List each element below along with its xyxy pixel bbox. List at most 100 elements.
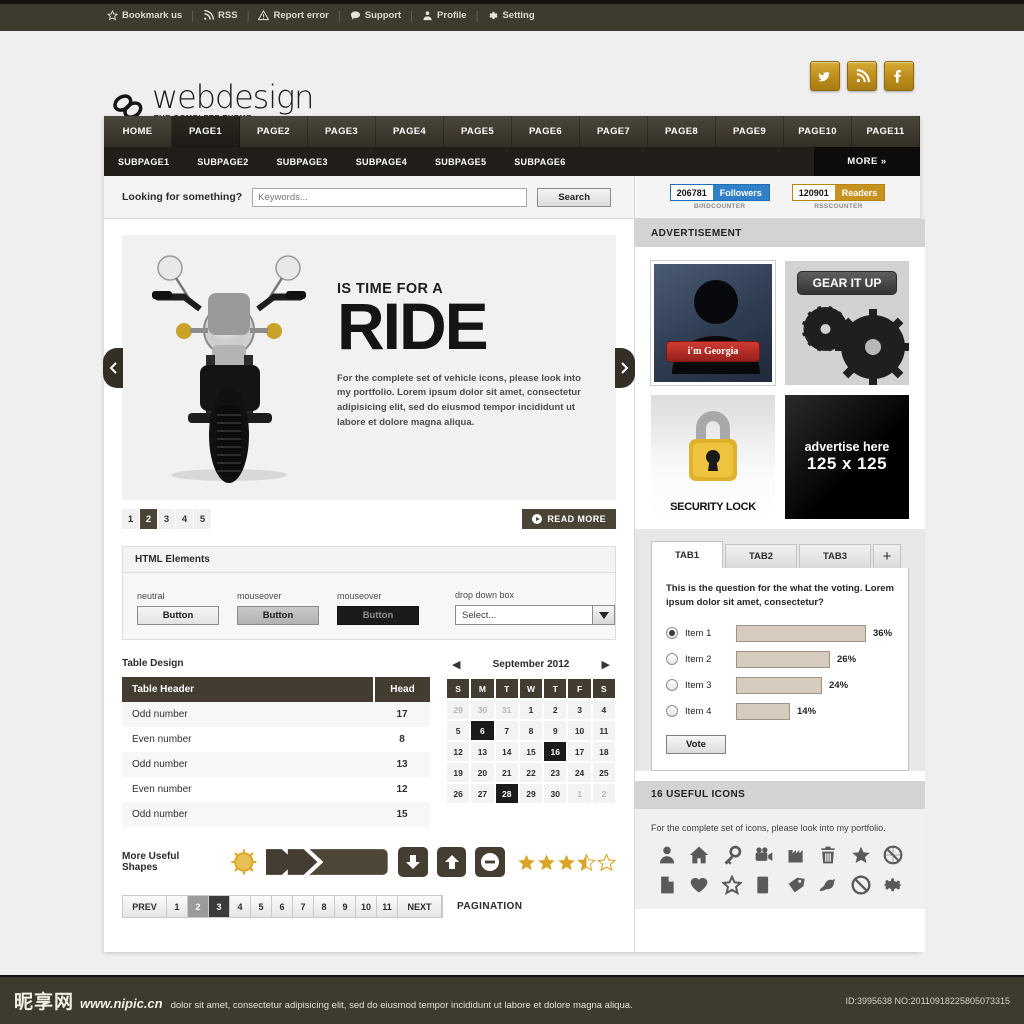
nav-item-page4[interactable]: PAGE4	[376, 116, 444, 147]
key-icon[interactable]	[722, 845, 742, 865]
pagination-prev[interactable]: PREV	[123, 896, 167, 917]
calendar-day[interactable]: 18	[591, 741, 616, 762]
nav-item-page5[interactable]: PAGE5	[444, 116, 512, 147]
vote-button[interactable]: Vote	[666, 734, 726, 754]
pagination-page-1[interactable]: 1	[167, 896, 188, 917]
poll-option[interactable]: Item 4 14%	[666, 702, 894, 720]
pagination-page-9[interactable]: 9	[335, 896, 356, 917]
nav-item-page8[interactable]: PAGE8	[648, 116, 716, 147]
subnav-item-4[interactable]: SUBPAGE4	[342, 157, 421, 167]
minus-circle-icon[interactable]	[475, 847, 506, 877]
calendar-day[interactable]: 12	[446, 741, 471, 762]
calendar-day[interactable]: 14	[494, 741, 519, 762]
nav-more-button[interactable]: MORE »	[814, 147, 920, 176]
arrow-down-icon[interactable]	[397, 847, 428, 877]
calendar-day[interactable]: 15	[518, 741, 544, 762]
ad-georgia[interactable]: i'm Georgia	[651, 261, 775, 385]
dropdown-select[interactable]: Select...	[455, 605, 615, 625]
sunburst-badge-icon[interactable]	[230, 848, 258, 876]
calendar-day[interactable]: 1	[518, 699, 544, 720]
demo-button-dark[interactable]: Button	[337, 606, 419, 625]
nav-item-page9[interactable]: PAGE9	[716, 116, 784, 147]
slider-dot-5[interactable]: 5	[194, 509, 212, 529]
calendar-day[interactable]: 5	[446, 720, 471, 741]
heart-icon[interactable]	[689, 875, 709, 895]
calendar-day[interactable]: 31	[494, 699, 519, 720]
video-camera-icon[interactable]	[754, 845, 774, 865]
calendar-prev-button[interactable]: ◀	[452, 658, 460, 671]
topbar-item-profile[interactable]: Profile	[413, 10, 476, 21]
topbar-item-support[interactable]: Support	[341, 10, 410, 21]
calendar-day[interactable]: 19	[446, 762, 471, 783]
calendar-day[interactable]: 11	[591, 720, 616, 741]
nav-item-page7[interactable]: PAGE7	[580, 116, 648, 147]
calendar-day[interactable]: 9	[543, 720, 568, 741]
ad-security-lock[interactable]: SECURITY LOCK	[651, 395, 775, 519]
ad-placeholder[interactable]: advertise here 125 x 125	[785, 395, 909, 519]
calendar-day[interactable]: 4	[591, 699, 616, 720]
subnav-item-1[interactable]: SUBPAGE1	[104, 157, 183, 167]
pagination-next[interactable]: NEXT	[398, 896, 443, 917]
calendar-day[interactable]: 7	[494, 720, 519, 741]
bird-counter[interactable]: 206781 Followers BIRDCOUNTER	[669, 184, 770, 210]
slider-dot-1[interactable]: 1	[122, 509, 140, 529]
calendar-day-selected[interactable]: 16	[543, 741, 568, 762]
calendar-day-selected[interactable]: 28	[494, 783, 519, 804]
pagination-page-7[interactable]: 7	[293, 896, 314, 917]
pagination-page-8[interactable]: 8	[314, 896, 335, 917]
radio-button[interactable]	[666, 653, 678, 665]
ad-gear[interactable]: GEAR IT UP	[785, 261, 909, 385]
calendar-day[interactable]: 29	[518, 783, 544, 804]
tab-3[interactable]: TAB3	[799, 544, 871, 568]
social-twitter-button[interactable]	[810, 61, 840, 91]
slider-prev-button[interactable]	[103, 347, 123, 388]
calendar-day[interactable]: 25	[591, 762, 616, 783]
topbar-item-setting[interactable]: Setting	[478, 10, 543, 21]
poll-option[interactable]: Item 1 36%	[666, 624, 894, 642]
pagination-page-5[interactable]: 5	[251, 896, 272, 917]
calendar-day[interactable]: 29	[446, 699, 471, 720]
gear-icon[interactable]	[883, 875, 903, 895]
calendar-day[interactable]: 26	[446, 783, 471, 804]
demo-button-neutral[interactable]: Button	[137, 606, 219, 625]
ad-georgia-button[interactable]: i'm Georgia	[666, 341, 760, 362]
star-icon[interactable]	[851, 845, 871, 865]
pagination-page-11[interactable]: 11	[377, 896, 399, 917]
nav-item-page1[interactable]: PAGE1	[172, 116, 240, 147]
search-input[interactable]	[252, 187, 528, 207]
subnav-item-3[interactable]: SUBPAGE3	[263, 157, 342, 167]
calendar-next-button[interactable]: ▶	[602, 658, 610, 671]
radio-button[interactable]	[666, 679, 678, 691]
pagination-page-4[interactable]: 4	[230, 896, 251, 917]
slider-next-button[interactable]	[615, 347, 635, 388]
nav-item-home[interactable]: HOME	[104, 116, 172, 147]
social-rss-button[interactable]	[847, 61, 877, 91]
rating-stars[interactable]	[517, 852, 617, 872]
calendar-day[interactable]: 10	[567, 720, 592, 741]
star-outline-icon[interactable]	[721, 874, 742, 895]
subnav-item-6[interactable]: SUBPAGE6	[500, 157, 579, 167]
calendar-day[interactable]: 30	[543, 783, 568, 804]
nav-item-page3[interactable]: PAGE3	[308, 116, 376, 147]
poll-option[interactable]: Item 3 24%	[666, 676, 894, 694]
pagination-page-6[interactable]: 6	[272, 896, 293, 917]
calendar-day[interactable]: 24	[567, 762, 592, 783]
user-icon[interactable]	[657, 845, 677, 865]
calendar-day[interactable]: 23	[543, 762, 568, 783]
demo-button-hover[interactable]: Button	[237, 606, 319, 625]
prohibited-icon[interactable]	[851, 875, 871, 895]
trash-icon[interactable]	[818, 845, 838, 865]
tab-2[interactable]: TAB2	[725, 544, 797, 568]
pagination-page-2[interactable]: 2	[188, 896, 209, 917]
calendar-day[interactable]: 22	[518, 762, 544, 783]
calendar-day[interactable]: 8	[518, 720, 544, 741]
calendar-day[interactable]: 2	[591, 783, 616, 804]
file-icon[interactable]	[657, 875, 677, 895]
home-icon[interactable]	[689, 845, 709, 865]
nav-item-page6[interactable]: PAGE6	[512, 116, 580, 147]
bird-icon[interactable]	[818, 875, 838, 895]
slider-dot-3[interactable]: 3	[158, 509, 176, 529]
calendar-day[interactable]: 17	[567, 741, 592, 762]
poll-option[interactable]: Item 2 26%	[666, 650, 894, 668]
calendar-day-selected[interactable]: 6	[470, 720, 495, 741]
